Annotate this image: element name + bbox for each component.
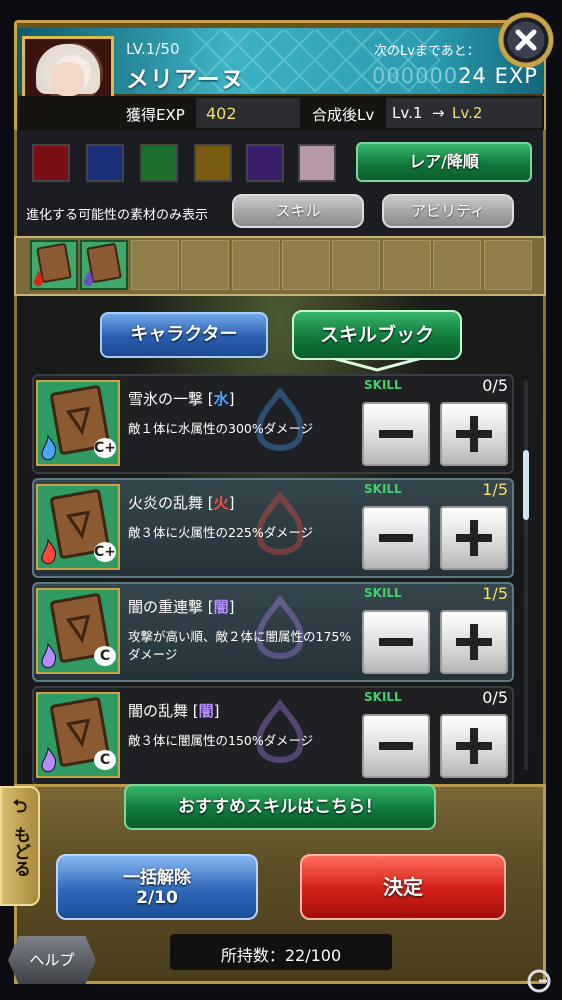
gain-exp-label: 獲得EXP	[126, 106, 185, 124]
plus-icon	[456, 520, 492, 556]
filter-fire-swatch[interactable]	[32, 144, 70, 182]
skill-tag: SKILL	[364, 586, 402, 600]
selected-count: 1/5	[482, 584, 508, 603]
skill-tag: SKILL	[364, 482, 402, 496]
exp-number: 24	[458, 64, 487, 88]
plus-icon	[456, 416, 492, 452]
filter-water-swatch[interactable]	[86, 144, 124, 182]
material-slot[interactable]	[332, 240, 381, 290]
plus-icon	[456, 624, 492, 660]
close-button[interactable]	[498, 12, 554, 68]
material-slot[interactable]	[181, 240, 230, 290]
skill-filter-button[interactable]: スキル	[232, 194, 364, 228]
minus-icon	[379, 742, 413, 750]
skill-description: 攻撃が高い順、敵２体に闇属性の175%ダメージ	[128, 629, 352, 662]
skill-tag: SKILL	[364, 378, 402, 392]
filter-light-swatch[interactable]	[298, 144, 336, 182]
decrement-button[interactable]	[362, 610, 430, 674]
increment-button[interactable]	[440, 610, 508, 674]
plus-icon	[456, 728, 492, 764]
scrollbar-track[interactable]	[524, 380, 528, 770]
minus-icon	[379, 430, 413, 438]
back-label: もどる	[10, 826, 30, 877]
selected-fire-skill-card[interactable]	[30, 240, 78, 290]
selected-count: 0/5	[482, 688, 508, 707]
skill-name: 火炎の乱舞 [火]	[128, 494, 235, 512]
increment-button[interactable]	[440, 402, 508, 466]
rank-badge: C+	[94, 542, 117, 562]
minus-icon	[379, 638, 413, 646]
next-level-label: 次のLvまであと：	[374, 44, 480, 59]
help-button[interactable]: ヘルプ	[8, 936, 96, 984]
skill-attribute: 闇	[198, 702, 214, 720]
selected-dark-skill-card[interactable]	[80, 240, 128, 290]
skill-title: 闇の重連撃	[128, 598, 204, 616]
exp-zeros: 000000	[372, 64, 459, 88]
portrait-face	[52, 62, 84, 96]
bulk-release-count: 2/10	[136, 888, 178, 908]
increment-button[interactable]	[440, 714, 508, 778]
skill-description: 敵３体に闇属性の150%ダメージ	[128, 733, 314, 748]
skill-title: 闇の乱舞	[128, 702, 189, 720]
filter-wind-swatch[interactable]	[140, 144, 178, 182]
material-slot[interactable]	[483, 240, 532, 290]
active-tab-indicator	[332, 358, 422, 372]
character-name: メリアーヌ	[126, 67, 245, 93]
back-button[interactable]: ⮌ もどる	[0, 786, 40, 906]
evolve-only-label: 進化する可能性の素材のみ表示	[26, 208, 209, 223]
filter-dark-swatch[interactable]	[246, 144, 284, 182]
decrement-button[interactable]	[362, 714, 430, 778]
decrement-button[interactable]	[362, 402, 430, 466]
skill-name: 闇の重連撃 [闇]	[128, 598, 235, 616]
back-arrow-icon: ⮌	[12, 796, 28, 817]
publisher-logo-icon	[527, 969, 551, 993]
material-slot[interactable]	[282, 240, 330, 290]
rank-badge: C	[94, 646, 116, 666]
skill-name: 雪氷の一撃 [水]	[128, 390, 235, 408]
decrement-button[interactable]	[362, 506, 430, 570]
owned-count: 所持数：22/100	[220, 946, 342, 965]
skill-title: 火炎の乱舞	[128, 494, 204, 512]
selected-count: 1/5	[482, 480, 508, 499]
exp-unit: EXP	[494, 64, 538, 88]
minus-icon	[379, 534, 413, 542]
skill-description: 敵３体に火属性の225%ダメージ	[128, 525, 314, 540]
selected-count: 0/5	[482, 376, 508, 395]
rank-badge: C	[94, 750, 116, 770]
material-slot[interactable]	[231, 240, 280, 290]
bulk-release-button[interactable]: 一括解除 2/10	[56, 854, 258, 920]
character-level: LV.1/50	[126, 40, 180, 58]
material-slot[interactable]	[130, 240, 179, 290]
recommend-skill-button[interactable]: おすすめスキルはこちら！	[124, 784, 436, 830]
close-icon	[515, 29, 537, 51]
material-slot[interactable]	[382, 240, 431, 290]
skill-attribute: 火	[213, 494, 229, 512]
skill-attribute: 闇	[213, 598, 229, 616]
skill-attribute: 水	[213, 390, 229, 408]
ability-filter-button[interactable]: アビリティ	[382, 194, 514, 228]
increment-button[interactable]	[440, 506, 508, 570]
skill-name: 闇の乱舞 [闇]	[128, 702, 220, 720]
scrollbar-thumb[interactable]	[523, 450, 529, 520]
filter-earth-swatch[interactable]	[194, 144, 232, 182]
sort-button[interactable]: レア/降順	[356, 142, 532, 182]
decide-button[interactable]: 決定	[300, 854, 506, 920]
after-level-from: Lv.1	[392, 104, 423, 122]
skill-description: 敵１体に水属性の300%ダメージ	[128, 421, 314, 436]
skill-tag: SKILL	[364, 690, 402, 704]
gain-exp-value: 402	[206, 104, 237, 123]
tab-skill-book[interactable]: スキルブック	[292, 310, 462, 360]
tab-character[interactable]: キャラクター	[100, 312, 268, 358]
rank-badge: C+	[94, 438, 117, 458]
material-slot[interactable]	[433, 240, 482, 290]
after-level-to: Lv.2	[452, 104, 483, 122]
exp-to-next: 00000024 EXP	[372, 64, 538, 88]
after-level-label: 合成後Lv	[312, 106, 375, 124]
after-level-arrow: →	[432, 104, 445, 122]
skill-title: 雪氷の一撃	[128, 390, 204, 408]
bulk-release-label: 一括解除	[123, 868, 191, 888]
